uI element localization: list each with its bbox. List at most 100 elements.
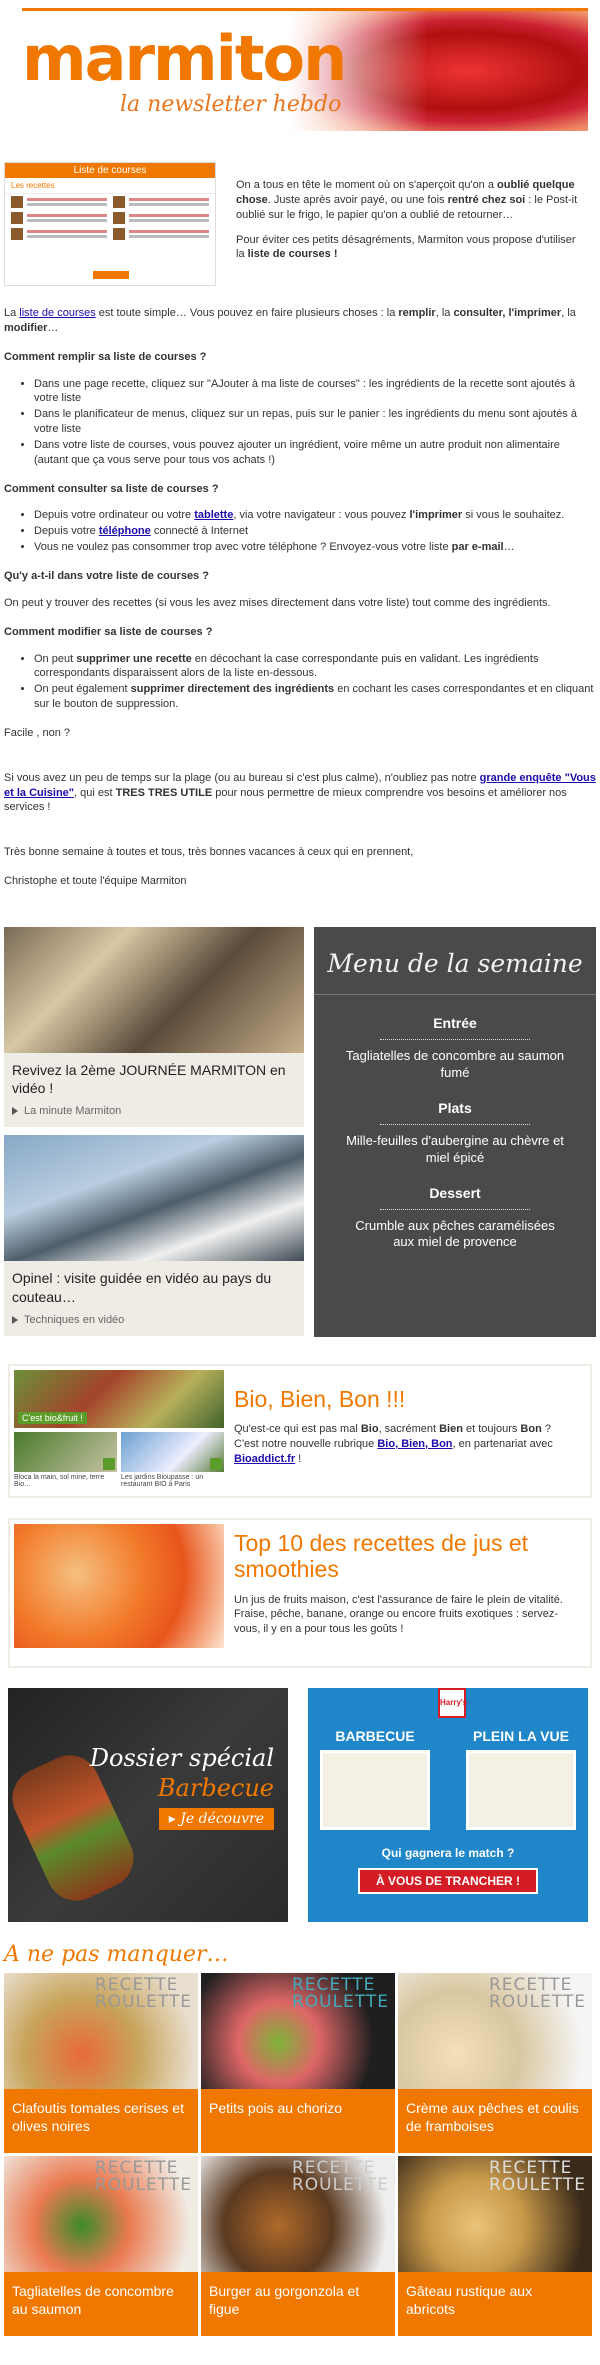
recipe-tile[interactable]: RECETTE ROULETTE Burger au gorgonzola et f… xyxy=(201,2155,395,2336)
video-card-title[interactable]: Revivez la 2ème JOURNÉE MARMITON en vidé… xyxy=(4,1053,304,1101)
heading-consult-list: Comment consulter sa liste de courses ? xyxy=(4,482,219,495)
list-thumb-title: Liste de courses xyxy=(5,163,215,178)
phone-link[interactable]: téléphone xyxy=(99,525,151,537)
newsletter-tagline: la newsletter hebdo xyxy=(120,92,342,117)
menu-section-heading: Dessert xyxy=(429,1184,481,1201)
ad-banners: Dossier spécial Barbecue ▸ Je découvre H… xyxy=(0,1668,600,1922)
smoothie-image[interactable] xyxy=(14,1523,224,1648)
bio-video-thumb[interactable]: Bloca la main, sol mine, terre Bio… xyxy=(14,1431,117,1489)
body-signature: Christophe et toute l'équipe Marmiton xyxy=(4,875,187,888)
recipe-title[interactable]: Gâteau rustique aux abricots xyxy=(398,2271,592,2336)
video-card[interactable]: Revivez la 2ème JOURNÉE MARMITON en vidé… xyxy=(4,926,304,1128)
recipe-title[interactable]: Tagliatelles de concombre au saumon xyxy=(4,2271,198,2336)
smoothies-title[interactable]: Top 10 des recettes de jus et smoothies xyxy=(234,1530,580,1583)
heading-fill-list: Comment remplir sa liste de courses ? xyxy=(4,350,207,363)
body-paragraph-greeting: Très bonne semaine à toutes et tous, trè… xyxy=(4,846,414,859)
weekly-menu: Menu de la semaine Entrée Tagliatelles d… xyxy=(314,926,596,1337)
recipe-title[interactable]: Clafoutis tomates cerises et olives noir… xyxy=(4,2088,198,2153)
harrys-vote-button[interactable]: À VOUS DE TRANCHER ! xyxy=(358,1867,538,1894)
video-card-tag[interactable]: Techniques en vidéo xyxy=(4,1310,304,1336)
intro-section: Liste de courses Les recettes On a tous … xyxy=(0,132,600,286)
bio-rubric-link[interactable]: Bio, Bien, Bon xyxy=(377,1438,452,1450)
heading-modify-list: Comment modifier sa liste de courses ? xyxy=(4,625,213,638)
menu-section-starter[interactable]: Entrée Tagliatelles de concombre au saum… xyxy=(314,1015,596,1082)
list-item: Dans votre liste de courses, vous pouvez… xyxy=(34,438,596,468)
harrys-banner[interactable]: Harry's BARBECUE PLEIN LA VUE Qui gagner… xyxy=(308,1687,588,1922)
newsletter-header: marmiton la newsletter hebdo xyxy=(0,0,600,132)
dont-miss-section: A ne pas manquer… RECETTE ROULETTE Clafout… xyxy=(0,1922,600,2336)
bio-badge: C'est bio&fruit ! xyxy=(18,1411,87,1424)
recipe-tile[interactable]: RECETTE ROULETTE Gâteau rustique aux abric… xyxy=(398,2155,592,2336)
intro-paragraph-2: Pour éviter ces petits désagréments, Mar… xyxy=(236,233,576,261)
shopping-list-thumbnail[interactable]: Liste de courses Les recettes xyxy=(4,162,216,286)
bio-promo[interactable]: C'est bio&fruit ! Bloca la main, sol min… xyxy=(8,1363,592,1498)
video-cards: Revivez la 2ème JOURNÉE MARMITON en vidé… xyxy=(4,926,304,1344)
dont-miss-title: A ne pas manquer… xyxy=(4,1941,229,1967)
marmiton-logo[interactable]: marmiton xyxy=(22,28,347,90)
bio-video-thumb[interactable]: Les jardins Bioupasse : un restaurant BI… xyxy=(121,1431,224,1489)
video-card-tag[interactable]: La minute Marmiton xyxy=(4,1101,304,1127)
recipe-grid: RECETTE ROULETTE Clafoutis tomates cerises… xyxy=(4,1972,596,2336)
play-arrow-icon xyxy=(12,1107,18,1116)
menu-title: Menu de la semaine xyxy=(314,927,596,995)
divider xyxy=(380,1123,530,1125)
video-thumbnail[interactable] xyxy=(4,1135,304,1262)
body-paragraph-survey: Si vous avez un peu de temps sur la plag… xyxy=(4,771,596,814)
play-icon xyxy=(103,1457,115,1470)
list-item: Dans le planificateur de menus, cliquez … xyxy=(34,407,596,437)
video-card-title[interactable]: Opinel : visite guidée en vidéo au pays … xyxy=(4,1261,304,1309)
menu-dish[interactable]: Tagliatelles de concombre au saumon fumé xyxy=(314,1048,596,1082)
list-item: On peut supprimer une recette en décocha… xyxy=(34,652,596,682)
bbq-title-1: Dossier spécial xyxy=(89,1743,274,1772)
harrys-question: Qui gagnera le match ? xyxy=(381,1845,515,1860)
video-thumbnail[interactable] xyxy=(4,926,304,1053)
play-icon xyxy=(210,1457,222,1470)
bio-text: Qu'est-ce qui est pas mal Bio, sacrément… xyxy=(234,1423,553,1465)
menu-section-main[interactable]: Plats Mille-feuilles d'aubergine au chèv… xyxy=(314,1100,596,1167)
harrys-logo: Harry's xyxy=(438,1687,467,1718)
intro-paragraph-1: On a tous en tête le moment où on s'aper… xyxy=(236,179,578,221)
newsletter-page: marmiton la newsletter hebdo Liste de co… xyxy=(0,0,600,2336)
divider xyxy=(380,1038,530,1040)
bbq-discover-button[interactable]: ▸ Je découvre xyxy=(158,1807,274,1830)
bio-images[interactable]: C'est bio&fruit ! Bloca la main, sol min… xyxy=(14,1369,224,1492)
body-paragraph-easy: Facile , non ? xyxy=(4,726,71,739)
recipe-tile[interactable]: RECETTE ROULETTE Petits pois au chorizo xyxy=(201,1972,395,2153)
list-item: Vous ne voulez pas consommer trop avec v… xyxy=(34,540,596,555)
tablet-link[interactable]: tablette xyxy=(194,509,233,521)
intro-text: On a tous en tête le moment où on s'aper… xyxy=(216,162,596,286)
recipe-title[interactable]: Petits pois au chorizo xyxy=(201,2088,395,2153)
menu-section-dessert[interactable]: Dessert Crumble aux pêches caramélisées … xyxy=(314,1185,596,1252)
recipe-tile[interactable]: RECETTE ROULETTE Crème aux pêches et couli… xyxy=(398,1972,592,2153)
recipe-tile[interactable]: RECETTE ROULETTE Tagliatelles de concombre… xyxy=(4,2155,198,2336)
bioaddict-link[interactable]: Bioaddict.fr xyxy=(234,1453,295,1465)
smoothies-text: Un jus de fruits maison, c'est l'assuran… xyxy=(234,1593,563,1636)
list-item: On peut également supprimer directement … xyxy=(34,682,596,712)
heading-list-contents: Qu'y a-t-il dans votre liste de courses … xyxy=(4,569,209,582)
modify-list-steps: On peut supprimer une recette en décocha… xyxy=(34,652,596,712)
menu-dish[interactable]: Mille-feuilles d'aubergine au chèvre et … xyxy=(314,1133,596,1167)
body-paragraph-3: On peut y trouver des recettes (si vous … xyxy=(4,596,551,609)
recipe-title[interactable]: Crème aux pêches et coulis de framboises xyxy=(398,2088,592,2153)
bio-title[interactable]: Bio, Bien, Bon !!! xyxy=(234,1386,580,1412)
body-paragraph-1: La liste de courses est toute simple… Vo… xyxy=(4,307,576,334)
bio-main-image[interactable]: C'est bio&fruit ! xyxy=(14,1369,224,1428)
consult-list-steps: Depuis votre ordinateur ou votre tablett… xyxy=(34,508,596,555)
menu-section-heading: Entrée xyxy=(433,1014,477,1031)
menu-dish[interactable]: Crumble aux pêches caramélisées aux miel… xyxy=(314,1218,596,1252)
play-arrow-icon xyxy=(12,1315,18,1324)
video-card[interactable]: Opinel : visite guidée en vidéo au pays … xyxy=(4,1135,304,1336)
list-thumb-sub: Les recettes xyxy=(5,178,215,194)
view-column: PLEIN LA VUE xyxy=(466,1728,576,1830)
recipe-tile[interactable]: RECETTE ROULETTE Clafoutis tomates cerises… xyxy=(4,1972,198,2153)
barbecue-banner[interactable]: Dossier spécial Barbecue ▸ Je découvre xyxy=(8,1687,288,1922)
list-item: Dans une page recette, cliquez sur "AJou… xyxy=(34,377,596,407)
shopping-list-link[interactable]: liste de courses xyxy=(19,307,95,319)
list-item: Depuis votre téléphone connecté à Intern… xyxy=(34,524,596,539)
menu-section-heading: Plats xyxy=(438,1099,472,1116)
fill-list-steps: Dans une page recette, cliquez sur "AJou… xyxy=(34,377,596,468)
bbq-column: BARBECUE xyxy=(320,1728,430,1830)
recipe-title[interactable]: Burger au gorgonzola et figue xyxy=(201,2271,395,2336)
smoothies-promo[interactable]: Top 10 des recettes de jus et smoothies … xyxy=(8,1517,592,1668)
list-item: Depuis votre ordinateur ou votre tablett… xyxy=(34,508,596,523)
